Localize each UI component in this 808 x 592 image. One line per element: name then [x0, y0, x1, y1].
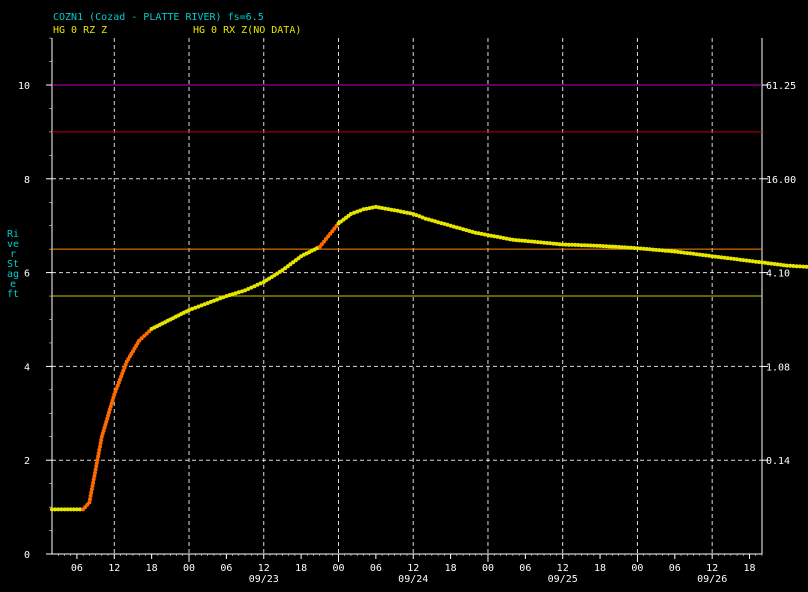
x-hour-label: 12 — [108, 563, 120, 574]
y2-tick-label: 1.08 — [766, 362, 790, 373]
x-hour-label: 06 — [370, 563, 382, 574]
x-hour-label: 06 — [669, 563, 681, 574]
x-hour-label: 00 — [183, 563, 195, 574]
y-tick-label: 10 — [18, 81, 30, 92]
x-hour-label: 12 — [407, 563, 419, 574]
y2-tick-label: 0.14 — [766, 456, 790, 467]
x-hour-label: 06 — [220, 563, 232, 574]
y2-tick-label: 4.10 — [766, 269, 790, 280]
x-hour-label: 00 — [482, 563, 494, 574]
x-hour-label: 12 — [706, 563, 718, 574]
x-hour-label: 18 — [594, 563, 606, 574]
x-hour-label: 12 — [557, 563, 569, 574]
series-point — [91, 477, 96, 482]
y-tick-label: 6 — [24, 269, 30, 280]
series-point — [94, 461, 99, 465]
y-tick-label: 4 — [24, 362, 30, 373]
x-date-label: 09/24 — [398, 574, 428, 585]
y-tick-label: 2 — [24, 456, 30, 467]
x-hour-label: 18 — [744, 563, 756, 574]
x-hour-label: 00 — [332, 563, 344, 574]
y2-tick-label: 61.25 — [766, 81, 796, 92]
x-hour-label: 18 — [146, 563, 158, 574]
x-hour-label: 06 — [71, 563, 83, 574]
series-point — [89, 490, 94, 495]
x-date-label: 09/25 — [548, 574, 578, 585]
x-hour-label: 12 — [258, 563, 270, 574]
y-tick-label: 0 — [24, 550, 30, 561]
series-point — [804, 264, 808, 269]
x-hour-label: 06 — [519, 563, 531, 574]
x-hour-label: 18 — [295, 563, 307, 574]
y-tick-label: 8 — [24, 175, 30, 186]
x-hour-label: 18 — [445, 563, 457, 574]
series-point — [97, 447, 102, 452]
hydrograph-chart: 0 2 4 6 8 10 0.14 1.08 4.10 16.00 61.25 06 12 18 00 06 1… — [18, 37, 808, 585]
x-date-label: 09/26 — [697, 574, 727, 585]
x-hour-label: 00 — [631, 563, 643, 574]
y2-tick-label: 16.00 — [766, 175, 796, 186]
x-date-label: 09/23 — [249, 574, 279, 585]
